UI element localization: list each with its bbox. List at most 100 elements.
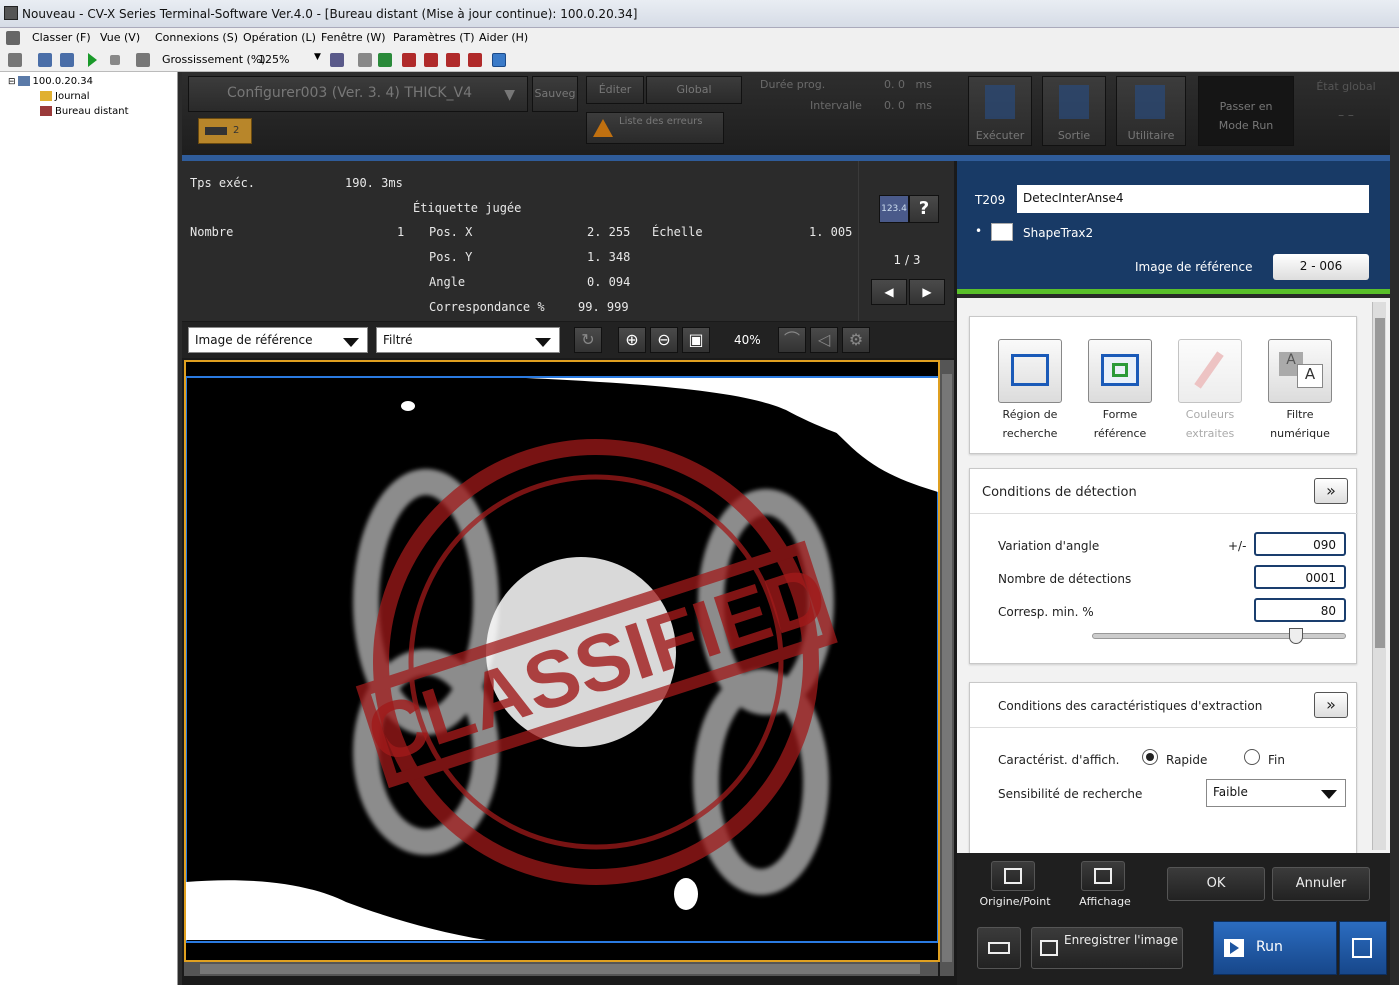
folder-icon	[40, 91, 52, 101]
stop-icon[interactable]	[110, 55, 120, 65]
extraction-expand-button[interactable]: »	[1314, 692, 1348, 718]
image-view-select[interactable]: Image de référence	[188, 327, 368, 353]
ok-button[interactable]: OK	[1167, 867, 1265, 901]
filter-select[interactable]: Filtré	[376, 327, 560, 353]
graph-icon[interactable]: ⌒	[778, 327, 806, 353]
zoom-out-icon[interactable]: ⊖	[650, 327, 678, 353]
menu-window[interactable]: Fenêtre (W)	[321, 31, 386, 44]
utility-button[interactable]: Utilitaire	[1116, 76, 1186, 146]
play-icon[interactable]	[88, 53, 97, 67]
menu-view[interactable]: Vue (V)	[100, 31, 140, 44]
menu-operation[interactable]: Opération (L)	[243, 31, 316, 44]
corr-slider[interactable]	[1092, 628, 1346, 644]
detection-expand-button[interactable]: »	[1314, 478, 1348, 504]
program-select[interactable]: Configurer003 (Ver. 3. 4) THICK_V4 ▼	[188, 76, 528, 112]
new-icon[interactable]	[8, 53, 22, 67]
ref-image-button[interactable]: 2 - 006	[1273, 254, 1369, 280]
execute-icon	[985, 85, 1015, 119]
count-value: 1	[397, 225, 405, 239]
run-button[interactable]: Run	[1213, 921, 1337, 975]
output-button[interactable]: Sortie	[1042, 76, 1106, 146]
tree-node-remote[interactable]: Bureau distant	[40, 106, 129, 117]
tree-node-journal[interactable]: Journal	[40, 91, 90, 102]
digital-filter-button[interactable]: A A	[1268, 339, 1332, 403]
sensitivity-select[interactable]: Faible	[1206, 779, 1346, 807]
rotate-icon[interactable]: ↻	[574, 327, 602, 353]
transfer-icon[interactable]	[378, 53, 392, 67]
wrench-icon[interactable]	[136, 53, 150, 67]
global-button[interactable]: Global	[646, 76, 742, 104]
settings-icon[interactable]: ⚙	[842, 327, 870, 353]
zoom-dropdown-icon[interactable]: ▼	[314, 52, 321, 62]
image-hscrollbar[interactable]	[184, 962, 938, 976]
tool-name-input[interactable]: DetecInterAnse4	[1017, 185, 1369, 213]
corr-input[interactable]: 80	[1254, 598, 1346, 622]
zoom-label: Grossissement (%)	[162, 53, 266, 66]
inspection-image[interactable]: CLASSIFIED	[184, 360, 940, 962]
refresh-icon[interactable]	[358, 53, 372, 67]
export-icon[interactable]	[446, 53, 460, 67]
utility-label: Utilitaire	[1127, 129, 1175, 142]
zoom-in-icon[interactable]: ⊕	[618, 327, 646, 353]
run-settings-button[interactable]	[1339, 921, 1387, 975]
hscroll-thumb[interactable]	[200, 964, 920, 974]
origin-label: Origine/Point	[979, 895, 1051, 908]
collapse-icon[interactable]: ⊟	[8, 77, 16, 87]
device-icon	[17, 76, 30, 86]
slider-thumb[interactable]	[1289, 628, 1303, 644]
cancel-button[interactable]: Annuler	[1272, 867, 1370, 901]
count-input[interactable]: 0001	[1254, 565, 1346, 589]
tree-node-root[interactable]: ⊟ 100.0.20.34	[8, 76, 93, 87]
execute-button[interactable]: Exécuter	[968, 76, 1032, 146]
settings-scroll-thumb[interactable]	[1375, 318, 1385, 648]
ref-shape-button[interactable]	[1088, 339, 1152, 403]
numeric-display-button[interactable]: 123.4	[879, 195, 909, 223]
vscroll-thumb[interactable]	[942, 374, 952, 962]
dropdown-arrow-icon	[535, 338, 551, 347]
settings-scrollbar[interactable]	[1372, 302, 1386, 850]
main-toolbar: Grossissement (%) 125% ▼	[0, 48, 1399, 72]
display-button[interactable]	[1081, 861, 1125, 891]
menu-help[interactable]: Aider (H)	[479, 31, 528, 44]
extraction-card: Conditions des caractéristiques d'extrac…	[969, 682, 1358, 862]
sensitivity-label: Sensibilité de recherche	[998, 787, 1143, 801]
interval-value: 0. 0 ms	[884, 99, 932, 112]
menu-file[interactable]: Classer (F)	[32, 31, 91, 44]
radio-fast[interactable]	[1142, 749, 1158, 765]
edit-button[interactable]: Éditer	[586, 76, 644, 104]
capture-icon[interactable]	[330, 53, 344, 67]
run-mode-button[interactable]: Passer en Mode Run	[1198, 76, 1294, 146]
menu-connections[interactable]: Connexions (S)	[155, 31, 238, 44]
fit-icon[interactable]: ▣	[682, 327, 710, 353]
overlay-icon[interactable]: ◁	[810, 327, 838, 353]
network-icon[interactable]	[492, 53, 506, 67]
tree-collapse-icon[interactable]	[60, 53, 74, 67]
extract-colors-button[interactable]	[1178, 339, 1242, 403]
origin-button[interactable]	[991, 861, 1035, 891]
menu-bar: Classer (F) Vue (V) Connexions (S) Opéra…	[0, 28, 1399, 48]
error-list-button[interactable]: Liste des erreurs	[586, 112, 724, 144]
scale-label: Échelle	[652, 225, 703, 239]
save-image-label: Enregistrer l'image	[1064, 933, 1178, 947]
zoom-select[interactable]: 125%	[258, 53, 289, 66]
image-toolbar: Image de référence Filtré ↻ ⊕ ⊖ ▣ 40% ⌒ …	[182, 322, 954, 358]
import-icon[interactable]	[468, 53, 482, 67]
prev-button[interactable]: ◀	[871, 279, 907, 305]
save-icon[interactable]	[402, 53, 416, 67]
save-image-icon	[1040, 940, 1058, 956]
window-titlebar: Nouveau - CV-X Series Terminal-Software …	[0, 0, 1399, 28]
angle-input[interactable]: 090	[1254, 532, 1346, 556]
help-button[interactable]: ?	[909, 195, 939, 223]
camera-tab[interactable]: 2	[198, 118, 252, 144]
search-region-button[interactable]	[998, 339, 1062, 403]
radio-fine[interactable]	[1244, 749, 1260, 765]
grid-button[interactable]	[977, 927, 1021, 969]
save-image-button[interactable]: Enregistrer l'image	[1031, 927, 1183, 969]
tree-expand-icon[interactable]	[38, 53, 52, 67]
save-button[interactable]: Sauveg	[532, 76, 578, 112]
ref-shape-label: Forme référence	[1093, 408, 1147, 440]
menu-settings[interactable]: Paramètres (T)	[393, 31, 475, 44]
load-icon[interactable]	[424, 53, 438, 67]
image-vscrollbar[interactable]	[940, 360, 954, 976]
next-button[interactable]: ▶	[909, 279, 945, 305]
